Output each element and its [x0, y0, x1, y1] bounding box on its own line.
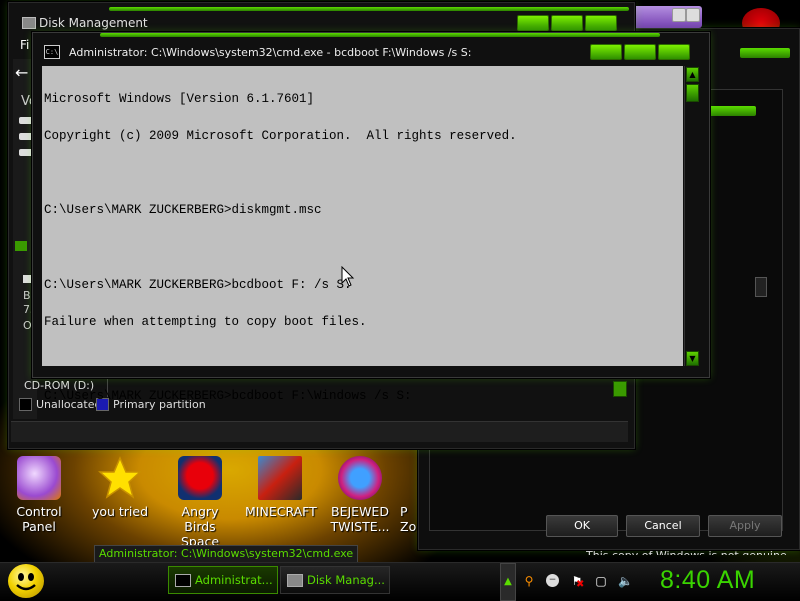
- desktop-icon-label: MINECRAFT: [245, 504, 317, 519]
- dialog-side-glow-2: [706, 106, 756, 116]
- desktop-icon-label: Angry Birds Space: [180, 504, 220, 549]
- desktop-icon-label: BEJEWED TWISTE...: [330, 504, 390, 534]
- cmd-icon: [175, 574, 191, 587]
- angry-birds-space-icon: [178, 456, 222, 500]
- taskbar-item-disk-management[interactable]: Disk Manag...: [280, 566, 390, 594]
- taskbar-item-cmd[interactable]: Administrat...: [168, 566, 278, 594]
- console-scrollbar[interactable]: ▲ ▼: [684, 66, 699, 366]
- taskbar-item-label: Administrat...: [195, 573, 273, 587]
- dm-disk-info-3: O: [23, 319, 32, 332]
- console-line: C:\Users\MARK ZUCKERBERG>diskmgmt.msc: [44, 203, 322, 218]
- desktop-icon-control-panel[interactable]: Control Panel: [4, 456, 74, 534]
- desktop-icon-minecraft[interactable]: MINECRAFT: [245, 456, 317, 519]
- desktop-icon-label: Control Panel: [16, 504, 62, 534]
- dm-scroll-arrow[interactable]: [15, 241, 27, 251]
- unallocated-swatch: [19, 398, 32, 411]
- smiley-icon: [16, 573, 36, 591]
- taskbar-clock[interactable]: 8:40 AM: [660, 566, 755, 595]
- genuine-notice: This copy of Windows is not genuine: [586, 544, 798, 555]
- disk-management-icon: [287, 574, 303, 587]
- dm-title-glow: [109, 7, 629, 11]
- dm-maximize-button[interactable]: [551, 15, 583, 31]
- volume-icon[interactable]: 🔈: [618, 574, 633, 588]
- dm-back-button[interactable]: ←: [15, 63, 28, 82]
- scroll-down-button[interactable]: ▼: [686, 351, 699, 366]
- taskbar-tooltip: Administrator: C:\Windows\system32\cmd.e…: [94, 545, 359, 563]
- cmd-window-title: Administrator: C:\Windows\system32\cmd.e…: [69, 46, 472, 59]
- console-line: Failure when attempting to copy boot fil…: [44, 315, 367, 330]
- cancel-button[interactable]: Cancel: [626, 515, 700, 537]
- cmd-maximize-button[interactable]: [624, 44, 656, 60]
- search-icon[interactable]: ⚲: [522, 574, 536, 588]
- dialog-maximize-button[interactable]: [672, 8, 686, 22]
- desktop-icon-partial[interactable]: P Zo: [386, 456, 420, 534]
- desktop-icon-label: P Zo: [400, 504, 417, 534]
- desktop-icon-angry-birds-space[interactable]: Angry Birds Space: [165, 456, 235, 549]
- dialog-dropdown-arrow[interactable]: [755, 277, 767, 297]
- dm-row-icon: [19, 133, 33, 140]
- console-output[interactable]: Microsoft Windows [Version 6.1.7601] Cop…: [42, 66, 683, 478]
- dm-title-icon: [22, 17, 36, 29]
- cmd-icon: C:\: [44, 45, 60, 59]
- desktop-icon-bejeweled-twist[interactable]: BEJEWED TWISTE...: [325, 456, 395, 534]
- dialog-side-glow: [740, 48, 790, 58]
- cmd-minimize-button[interactable]: [590, 44, 622, 60]
- show-hidden-icon[interactable]: ▲: [500, 563, 516, 601]
- dm-window-title: Disk Management: [39, 16, 148, 30]
- dm-close-button[interactable]: [585, 15, 617, 31]
- control-panel-icon: [17, 456, 61, 500]
- ok-button[interactable]: OK: [546, 515, 618, 537]
- console-line: C:\Users\MARK ZUCKERBERG>bcdboot F:\Wind…: [44, 389, 412, 404]
- star-icon: [98, 456, 142, 499]
- dm-row-icon: [19, 149, 33, 156]
- minecraft-icon: [258, 456, 302, 500]
- network-icon[interactable]: ▢: [594, 574, 608, 588]
- desktop-icon-label: you tried: [91, 504, 149, 519]
- cmd-close-button[interactable]: [658, 44, 690, 60]
- cmd-title-glow: [100, 33, 660, 37]
- console-line: C:\Users\MARK ZUCKERBERG>bcdboot F: /s S…: [44, 277, 352, 292]
- mouse-pointer-icon: [341, 266, 355, 287]
- dialog-close-x-button[interactable]: [686, 8, 700, 22]
- bejeweled-twist-icon: [338, 456, 382, 500]
- apply-button[interactable]: Apply: [708, 515, 782, 537]
- taskbar-item-label: Disk Manag...: [307, 573, 385, 587]
- dm-row-icon: [19, 117, 33, 124]
- console-line: Microsoft Windows [Version 6.1.7601]: [44, 91, 315, 106]
- messenger-icon[interactable]: −: [546, 574, 560, 588]
- console-line: Copyright (c) 2009 Microsoft Corporation…: [44, 129, 517, 144]
- scroll-thumb[interactable]: [686, 84, 699, 102]
- dm-minimize-button[interactable]: [517, 15, 549, 31]
- desktop-icon-you-tried[interactable]: you tried: [85, 456, 155, 519]
- scroll-up-button[interactable]: ▲: [686, 67, 699, 82]
- dm-menu-file[interactable]: Fi: [20, 38, 29, 52]
- start-button[interactable]: [8, 564, 44, 598]
- action-center-icon[interactable]: ⚑ ✖: [570, 574, 585, 590]
